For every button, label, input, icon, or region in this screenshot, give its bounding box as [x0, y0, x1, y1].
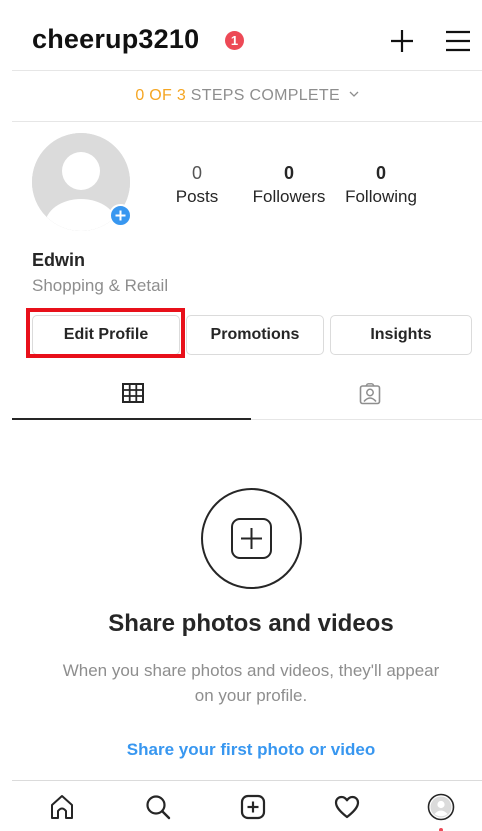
new-post-icon[interactable] — [239, 793, 267, 821]
profile-category: Shopping & Retail — [32, 276, 169, 295]
posts-stat[interactable]: 0 Posts — [167, 163, 227, 209]
grid-icon — [122, 383, 144, 403]
posts-count: 0 — [191, 163, 202, 183]
steps-complete-bar[interactable]: 0 OF 3 STEPS COMPLETE — [12, 70, 482, 122]
top-header: cheerup3210 1 — [0, 0, 482, 78]
followers-stat[interactable]: 0 Followers — [246, 163, 332, 209]
chevron-down-icon — [349, 91, 359, 97]
hamburger-menu-icon[interactable] — [445, 30, 471, 52]
posts-label: Posts — [175, 187, 219, 206]
activity-heart-icon[interactable] — [333, 793, 361, 821]
username-title[interactable]: cheerup3210 — [32, 24, 199, 55]
plus-icon[interactable] — [389, 28, 415, 54]
following-stat[interactable]: 0 Following — [339, 163, 423, 209]
followers-count: 0 — [283, 163, 294, 183]
steps-done-count: 0 OF 3 — [135, 87, 187, 104]
add-story-button[interactable] — [109, 204, 132, 227]
tab-tagged[interactable] — [251, 368, 482, 420]
profile-icon[interactable] — [427, 793, 455, 821]
profile-name: Edwin — [32, 250, 85, 270]
following-label: Following — [345, 187, 417, 206]
tab-grid[interactable] — [12, 368, 251, 420]
tagged-icon — [359, 383, 381, 405]
home-icon[interactable] — [48, 793, 76, 821]
search-icon[interactable] — [144, 793, 172, 821]
empty-state-title: Share photos and videos — [108, 610, 394, 637]
bottom-navigation-bar — [12, 780, 482, 831]
notification-badge[interactable]: 1 — [225, 31, 244, 50]
new-post-icon — [231, 518, 272, 559]
share-photos-circle-button[interactable] — [201, 488, 302, 589]
plus-icon — [115, 210, 126, 221]
followers-label: Followers — [252, 187, 326, 206]
edit-profile-button[interactable]: Edit Profile — [32, 315, 180, 355]
insights-button[interactable]: Insights — [330, 315, 472, 355]
following-count: 0 — [375, 163, 386, 183]
empty-state-description: When you share photos and videos, they'l… — [62, 661, 440, 705]
steps-complete-label: STEPS COMPLETE — [186, 87, 340, 104]
share-first-photo-link[interactable]: Share your first photo or video — [0, 740, 482, 760]
profile-tabs — [12, 368, 482, 420]
promotions-button[interactable]: Promotions — [186, 315, 324, 355]
